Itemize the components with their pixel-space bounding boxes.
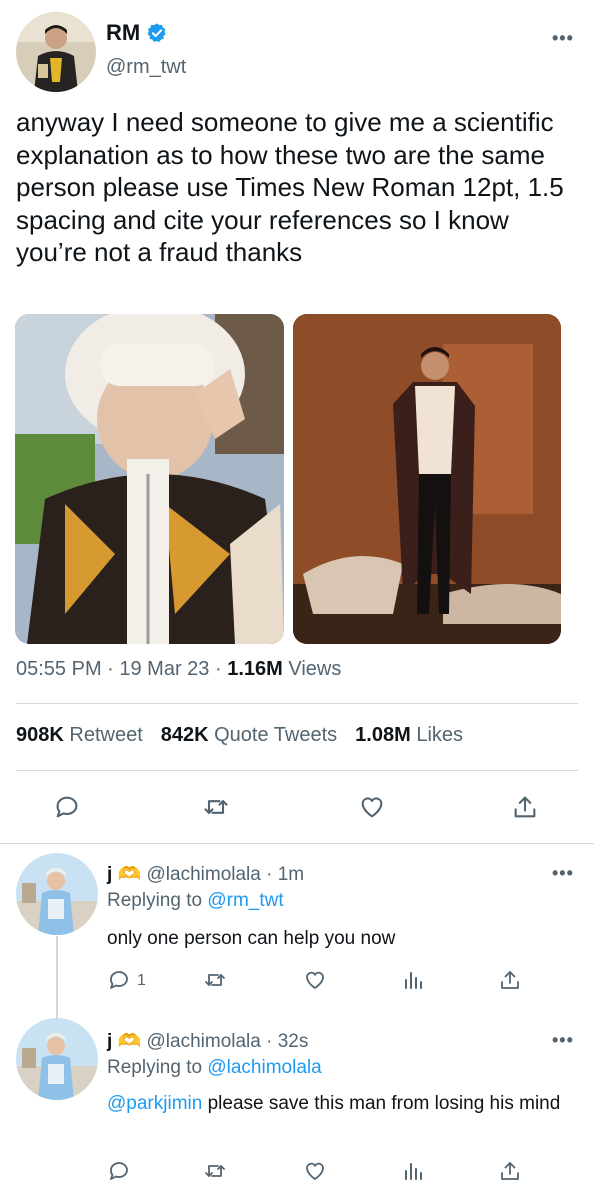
quotes-stat[interactable]: 842K Quote Tweets: [161, 724, 337, 746]
author-name[interactable]: RM: [106, 20, 140, 46]
share-icon[interactable]: [511, 793, 539, 821]
tweet-time: 05:55 PM · 19 Mar 23 ·: [16, 658, 228, 680]
reply-more-icon[interactable]: •••: [552, 1030, 574, 1051]
mention-link[interactable]: @parkjimin: [107, 1093, 202, 1114]
engagement-stats: 908K Retweet 842K Quote Tweets 1.08M Likes: [16, 724, 463, 747]
retweet-icon[interactable]: [202, 793, 230, 821]
like-icon[interactable]: [303, 968, 327, 992]
reply-handle-time[interactable]: @lachimolala · 32s: [147, 1031, 309, 1052]
thread-line: [56, 936, 58, 1022]
reply-avatar[interactable]: [16, 853, 98, 935]
share-icon[interactable]: [498, 968, 522, 992]
reply-icon[interactable]: [107, 968, 131, 992]
like-icon[interactable]: [358, 793, 386, 821]
reply-text-body: please save this man from losing his min…: [207, 1093, 561, 1114]
likes-stat[interactable]: 1.08M Likes: [355, 724, 463, 746]
reply-header[interactable]: j 🫶 @lachimolala · 1m: [107, 862, 304, 886]
like-icon[interactable]: [303, 1159, 327, 1183]
share-icon[interactable]: [498, 1159, 522, 1183]
reply-header[interactable]: j 🫶 @lachimolala · 32s: [107, 1029, 308, 1053]
replying-to: Replying to @rm_twt: [107, 890, 284, 911]
reply-icon[interactable]: [53, 793, 81, 821]
tweet-text: anyway I need someone to give me a scien…: [16, 107, 564, 267]
verified-badge-icon: [146, 22, 168, 44]
reply-avatar[interactable]: [16, 1018, 98, 1100]
tweet-photo-2[interactable]: [293, 314, 561, 644]
author-avatar[interactable]: [16, 12, 96, 92]
reply-count: 1: [137, 972, 146, 989]
reply-text: @parkjimin please save this man from los…: [107, 1091, 567, 1116]
reply-icon[interactable]: [107, 1159, 131, 1183]
retweet-icon[interactable]: [203, 968, 227, 992]
replying-to-link[interactable]: @lachimolala: [207, 1057, 321, 1078]
author-handle[interactable]: @rm_twt: [106, 56, 186, 79]
reply-text: only one person can help you now: [107, 928, 396, 949]
tweet-photo-1[interactable]: [15, 314, 284, 644]
more-options-icon[interactable]: •••: [552, 28, 574, 49]
tweet-timestamp[interactable]: 05:55 PM · 19 Mar 23 · 1.16M Views: [16, 658, 341, 681]
replying-to-link[interactable]: @rm_twt: [207, 890, 283, 911]
views-count: 1.16M: [227, 658, 283, 680]
reply-author-emoji: 🫶: [117, 864, 142, 885]
reply-author-name[interactable]: j: [107, 1031, 112, 1052]
reply-author-name[interactable]: j: [107, 864, 112, 885]
divider: [0, 843, 594, 844]
reply-author-emoji: 🫶: [117, 1031, 142, 1052]
retweet-icon[interactable]: [203, 1159, 227, 1183]
reply-more-icon[interactable]: •••: [552, 863, 574, 884]
views-label: Views: [288, 658, 342, 680]
analytics-icon[interactable]: [401, 1159, 425, 1183]
analytics-icon[interactable]: [401, 968, 425, 992]
replying-to: Replying to @lachimolala: [107, 1057, 322, 1078]
retweets-stat[interactable]: 908K Retweet: [16, 724, 143, 746]
divider: [16, 703, 578, 704]
reply-handle-time[interactable]: @lachimolala · 1m: [147, 864, 305, 885]
divider: [16, 770, 578, 771]
